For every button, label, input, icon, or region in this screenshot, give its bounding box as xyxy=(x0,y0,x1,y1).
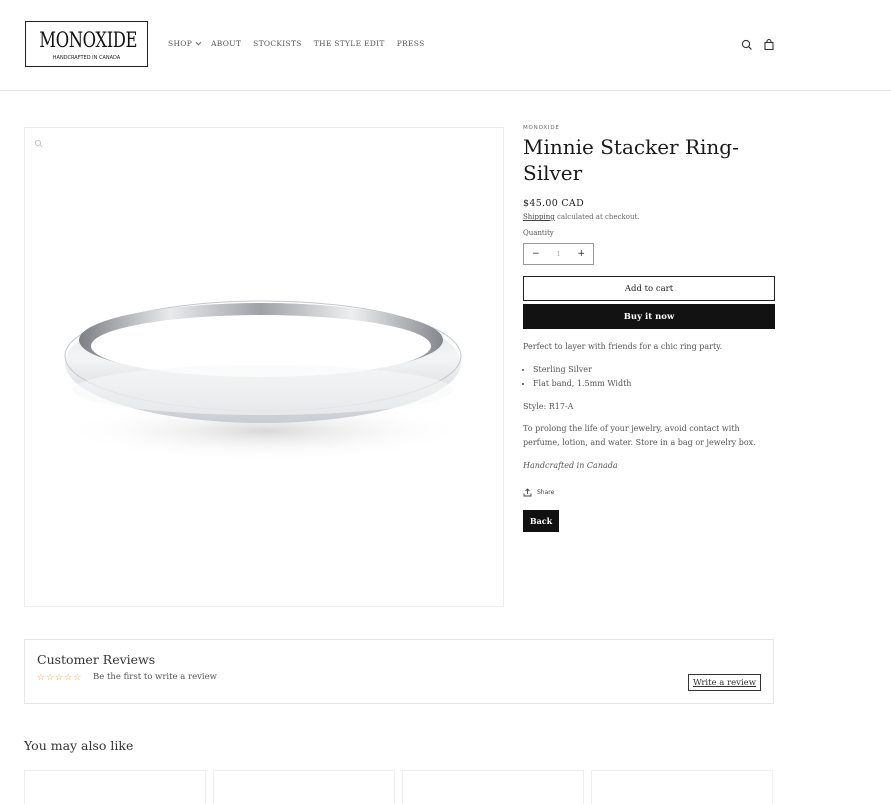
write-review-button[interactable]: Write a review xyxy=(688,674,761,691)
share-button[interactable]: Share xyxy=(523,488,775,497)
nav-item-label: SHOP xyxy=(168,39,193,48)
shipping-note: Shipping calculated at checkout. xyxy=(523,213,775,221)
quantity-input[interactable]: 1 xyxy=(557,251,561,258)
product-price: $45.00 CAD xyxy=(523,198,585,209)
star-empty-icon: ☆ xyxy=(64,673,73,683)
site-header: MONOXIDE HANDCRAFTED IN CANADA SHOP ABOU… xyxy=(0,0,891,91)
cart-icon[interactable] xyxy=(762,38,776,52)
logo[interactable]: MONOXIDE HANDCRAFTED IN CANADA xyxy=(25,21,148,67)
increment-button[interactable]: + xyxy=(577,249,585,259)
star-empty-icon: ☆ xyxy=(46,673,55,683)
star-rating: ☆ ☆ ☆ ☆ ☆ xyxy=(37,673,81,683)
product-info: MONOXIDE Minnie Stacker Ring-Silver $45.… xyxy=(523,125,775,532)
product-title: Minnie Stacker Ring-Silver xyxy=(523,135,739,185)
quantity-stepper: − 1 + xyxy=(523,243,594,265)
chevron-down-icon xyxy=(195,39,202,45)
related-products-title: You may also like xyxy=(24,738,134,753)
feature-list: Sterling Silver Flat band, 1.5mm Width xyxy=(523,363,775,391)
product-image[interactable] xyxy=(24,127,504,607)
reviews-empty-text: Be the first to write a review xyxy=(93,672,217,682)
product-vendor: MONOXIDE xyxy=(523,125,560,131)
related-product-card[interactable] xyxy=(213,770,395,804)
care-instructions: To prolong the life of your jewelry, avo… xyxy=(523,424,756,447)
nav-item-press[interactable]: PRESS xyxy=(397,39,425,48)
product-style: Style: R17-A xyxy=(523,402,574,411)
quantity-label: Quantity xyxy=(523,229,554,237)
decrement-button[interactable]: − xyxy=(532,249,540,259)
nav-item-stockists[interactable]: STOCKISTS xyxy=(253,39,302,48)
shipping-link[interactable]: Shipping xyxy=(523,213,555,221)
main-nav: SHOP ABOUT STOCKISTS THE STYLE EDIT PRES… xyxy=(168,39,437,48)
origin-note: Handcrafted in Canada xyxy=(523,461,618,470)
related-product-card[interactable] xyxy=(24,770,206,804)
related-product-card[interactable] xyxy=(402,770,584,804)
star-empty-icon: ☆ xyxy=(73,673,82,683)
share-icon xyxy=(523,488,532,497)
nav-item-shop[interactable]: SHOP xyxy=(168,39,202,48)
shipping-note-text: calculated at checkout. xyxy=(554,213,640,221)
back-button[interactable]: Back xyxy=(523,510,559,532)
reviews-title: Customer Reviews xyxy=(37,652,156,667)
customer-reviews: Customer Reviews ☆ ☆ ☆ ☆ ☆ Be the first … xyxy=(24,639,774,704)
related-product-card[interactable] xyxy=(591,770,773,804)
star-empty-icon: ☆ xyxy=(55,673,64,683)
feature-item: Flat band, 1.5mm Width xyxy=(533,377,775,391)
nav-item-style-edit[interactable]: THE STYLE EDIT xyxy=(314,39,385,48)
feature-item: Sterling Silver xyxy=(533,363,775,377)
add-to-cart-button[interactable]: Add to cart xyxy=(523,276,775,301)
product-description: Perfect to layer with friends for a chic… xyxy=(523,342,723,351)
star-empty-icon: ☆ xyxy=(37,673,46,683)
buy-now-button[interactable]: Buy it now xyxy=(523,304,775,329)
logo-tagline: HANDCRAFTED IN CANADA xyxy=(52,55,121,61)
ring-illustration xyxy=(60,300,470,461)
nav-item-about[interactable]: ABOUT xyxy=(211,39,241,48)
search-icon[interactable] xyxy=(740,38,754,52)
share-label: Share xyxy=(537,489,555,496)
logo-name: MONOXIDE xyxy=(39,28,138,52)
